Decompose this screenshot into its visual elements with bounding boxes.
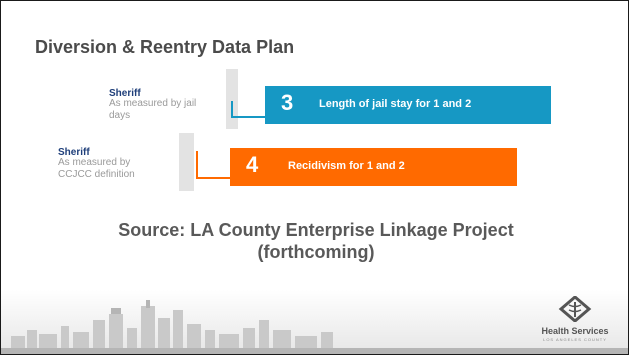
row-1-measure: As measured by jail days: [109, 98, 196, 122]
source-text: Source: LA County Enterprise Linkage Pro…: [41, 219, 591, 263]
row-1-side-bar: [226, 69, 238, 129]
row-1-connector: [231, 101, 267, 118]
row-2-measure: As measured by CCJCC definition: [58, 157, 135, 181]
source-line1: Source: LA County Enterprise Linkage Pro…: [118, 220, 514, 240]
row-2-bar: 4 Recidivism for 1 and 2: [230, 148, 517, 186]
row-2-side-bar: [179, 133, 194, 191]
slide-title: Diversion & Reentry Data Plan: [35, 37, 295, 57]
row-1-number: 3: [281, 90, 294, 115]
row-2-number: 4: [246, 152, 259, 177]
row-2-measure-line2: CCJCC definition: [58, 169, 135, 180]
health-services-logo: Health Services LOS ANGELES COUNTY: [540, 296, 610, 342]
caduceus-icon: [558, 296, 592, 322]
row-1-measure-line2: days: [109, 110, 131, 121]
logo-text: Health Services: [541, 326, 609, 336]
row-2-connector: [196, 151, 232, 179]
source-line2: (forthcoming): [257, 242, 375, 262]
city-skyline-image: [1, 290, 628, 354]
logo-subtext: LOS ANGELES COUNTY: [543, 337, 607, 342]
row-2-label: Recidivism for 1 and 2: [288, 160, 405, 172]
row-1-bar: 3 Length of jail stay for 1 and 2: [265, 86, 551, 124]
row-1-measure-line1: As measured by jail: [109, 98, 197, 109]
row-2-measure-line1: As measured by: [58, 157, 131, 168]
row-1-label: Length of jail stay for 1 and 2: [319, 98, 472, 110]
slide: Diversion & Reentry Data Plan Sheriff As…: [0, 0, 629, 355]
footer: Health Services LOS ANGELES COUNTY: [1, 290, 628, 354]
